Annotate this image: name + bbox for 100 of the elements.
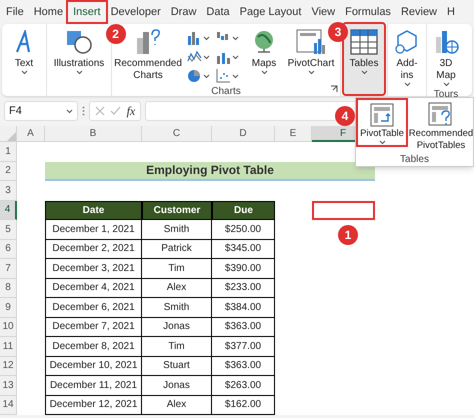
chevron-icon[interactable]: [66, 108, 73, 114]
column-header[interactable]: B: [45, 126, 142, 142]
row-header[interactable]: 13: [0, 376, 17, 396]
row-header[interactable]: 10: [0, 318, 17, 337]
pivot-chart-icon: [296, 28, 326, 56]
row-header[interactable]: 5: [0, 220, 17, 240]
table-cell: $233.00: [212, 278, 275, 298]
ribbon-tab[interactable]: Draw: [166, 2, 202, 22]
ribbon-button[interactable]: Maps: [245, 24, 283, 75]
table-cell: $345.00: [212, 240, 275, 259]
table-cell: $384.00: [212, 298, 275, 318]
table-cell: December 12, 2021: [45, 396, 142, 415]
table-cell: Jonas: [142, 376, 212, 396]
table-cell: Alex: [142, 396, 212, 415]
table-cell: December 8, 2021: [45, 337, 142, 356]
insert-function-button[interactable]: fx: [126, 102, 136, 120]
ribbon-tab[interactable]: Developer: [106, 2, 166, 22]
column-heading: Date: [45, 200, 142, 220]
table-cell: $162.00: [212, 396, 275, 415]
chevron-icon[interactable]: [442, 82, 450, 87]
step-number-badge: 4: [335, 106, 355, 126]
column-header[interactable]: E: [275, 126, 312, 142]
row-header[interactable]: 3: [0, 181, 17, 200]
row-header[interactable]: 6: [0, 240, 17, 259]
chevron-icon[interactable]: [378, 140, 386, 145]
ribbon-tab[interactable]: H: [442, 2, 460, 22]
row-header[interactable]: 14: [0, 396, 17, 415]
chevron-icon[interactable]: [260, 70, 268, 75]
group-label: Tours: [434, 88, 458, 102]
row-header[interactable]: 4: [0, 200, 17, 220]
ribbon-tab[interactable]: Review: [396, 2, 442, 22]
table-cell: Tim: [142, 259, 212, 278]
ribbon-button[interactable]: Text: [5, 24, 43, 75]
table-cell: $363.00: [212, 318, 275, 337]
column-header[interactable]: D: [212, 126, 275, 142]
chevron-icon[interactable]: [76, 70, 82, 75]
row-header[interactable]: 2: [0, 162, 17, 181]
table-cell: $263.00: [212, 376, 275, 396]
column-header[interactable]: A: [17, 126, 45, 142]
ribbon-tab[interactable]: Home: [28, 2, 68, 22]
table-cell: Jonas: [142, 318, 212, 337]
more-icon: [82, 106, 85, 116]
ribbon-tab[interactable]: Page Layout: [234, 2, 306, 22]
ribbon-tab[interactable]: File: [1, 2, 29, 22]
check-icon[interactable]: [110, 106, 122, 116]
row-header[interactable]: 1: [0, 142, 17, 162]
ribbon-button[interactable]: Illustrations: [50, 24, 108, 75]
table-cell: Smith: [142, 220, 212, 240]
scatter-chart-icon[interactable]: [216, 68, 239, 84]
table-cell: December 2, 2021: [45, 240, 142, 259]
table-icon: [350, 28, 378, 56]
ribbon-tab[interactable]: View: [306, 2, 340, 22]
bar-chart-question-icon: [135, 28, 161, 56]
table-cell: $390.00: [212, 259, 275, 278]
column-heading: Due: [212, 200, 275, 220]
column-chart-icon[interactable]: [187, 30, 210, 46]
ribbon-tab[interactable]: Insert: [68, 2, 106, 22]
chart-globe-icon: [433, 28, 459, 56]
pie-chart-icon[interactable]: [187, 68, 210, 84]
chevron-icon[interactable]: [360, 70, 368, 75]
table-cell: December 4, 2021: [45, 278, 142, 298]
dialog-launcher-icon[interactable]: [330, 85, 338, 93]
table-cell: Stuart: [142, 356, 212, 376]
hexagon-icon: [394, 28, 420, 56]
table-cell: December 11, 2021: [45, 376, 142, 396]
menu-item[interactable]: Recommended PivotTables: [408, 100, 474, 152]
ribbon-button[interactable]: Add-ins: [391, 24, 423, 87]
row-header[interactable]: 11: [0, 337, 17, 356]
table-cell: December 3, 2021: [45, 259, 142, 278]
column-heading: Customer: [142, 200, 212, 220]
pivot-table-icon: [370, 102, 394, 128]
group-label: Tables: [399, 153, 430, 167]
table-cell: $377.00: [212, 337, 275, 356]
chevron-icon[interactable]: [308, 70, 314, 75]
title-cell: Employing Pivot Table: [45, 162, 375, 181]
chevron-icon[interactable]: [404, 82, 410, 87]
table-question-icon: [428, 102, 454, 128]
ribbon-button[interactable]: 3D Map: [430, 24, 462, 87]
chevron-icon[interactable]: [20, 70, 28, 75]
table-cell: December 7, 2021: [45, 318, 142, 337]
shapes-icon: [65, 28, 93, 56]
table-cell: Patrick: [142, 240, 212, 259]
row-header[interactable]: 9: [0, 298, 17, 318]
table-cell: Smith: [142, 298, 212, 318]
table-cell: December 1, 2021: [45, 220, 142, 240]
table-cell: December 10, 2021: [45, 356, 142, 376]
row-header[interactable]: 12: [0, 356, 17, 376]
table-cell: $250.00: [212, 220, 275, 240]
table-cell: Tim: [142, 337, 212, 356]
column-header[interactable]: C: [142, 126, 212, 142]
ribbon-tab[interactable]: Formulas: [340, 2, 396, 22]
ribbon-button[interactable]: Tables: [344, 24, 384, 94]
row-header[interactable]: 8: [0, 278, 17, 298]
table-cell: Alex: [142, 278, 212, 298]
row-header[interactable]: 7: [0, 259, 17, 278]
name-box[interactable]: F4: [4, 101, 78, 121]
table-cell: December 6, 2021: [45, 298, 142, 318]
group-label: Charts: [211, 85, 241, 99]
step-number-badge: 3: [328, 22, 348, 42]
ribbon-tab[interactable]: Data: [201, 2, 235, 22]
